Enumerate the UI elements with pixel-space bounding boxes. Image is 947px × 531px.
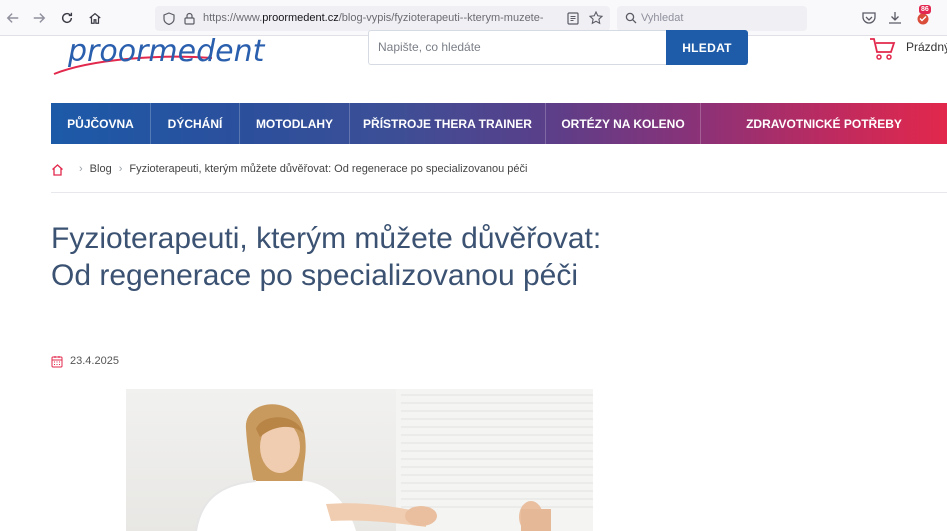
calendar-icon <box>51 355 63 367</box>
article-date-row: 23.4.2025 <box>51 353 119 369</box>
logo-wordmark: proormedent <box>68 34 265 69</box>
reader-view-icon[interactable] <box>567 12 579 25</box>
browser-search-bar[interactable]: Vyhledat <box>617 6 807 31</box>
url-text: https://www.proormedent.cz/blog-vypis/fy… <box>203 12 543 24</box>
menu-item-motodlahy[interactable]: MOTODLAHY <box>240 103 350 144</box>
breadcrumb-blog[interactable]: Blog <box>90 163 112 175</box>
cart-label[interactable]: Prázdný <box>906 40 947 54</box>
lock-icon[interactable] <box>184 12 195 25</box>
breadcrumb-chevron-icon: › <box>79 163 83 175</box>
address-bar[interactable]: https://www.proormedent.cz/blog-vypis/fy… <box>155 6 610 31</box>
home-icon[interactable] <box>86 9 104 27</box>
breadcrumb-home-icon[interactable] <box>51 163 64 176</box>
shield-icon[interactable] <box>163 12 175 25</box>
site-search-field[interactable] <box>368 30 666 65</box>
menu-item-dychani[interactable]: DÝCHÁNÍ <box>151 103 240 144</box>
article-title: Fyzioterapeuti, kterým můžete důvěřovat:… <box>51 222 602 292</box>
site-search-input[interactable] <box>378 40 648 54</box>
breadcrumb-chevron-icon: › <box>118 163 123 175</box>
forward-icon[interactable] <box>30 9 48 27</box>
breadcrumb: › Blog › Fyzioterapeuti, kterým můžete d… <box>51 160 527 178</box>
cart-icon[interactable] <box>869 36 897 62</box>
bookmark-star-icon[interactable] <box>589 11 603 25</box>
breadcrumb-current: Fyzioterapeuti, kterým můžete důvěřovat:… <box>129 163 528 175</box>
menu-item-thera-trainer[interactable]: PŘÍSTROJE THERA TRAINER <box>350 103 546 144</box>
download-icon[interactable] <box>887 10 903 26</box>
menu-item-ortezy[interactable]: ORTÉZY NA KOLENO <box>546 103 701 144</box>
browser-search-placeholder: Vyhledat <box>641 12 684 24</box>
site-search-button[interactable]: HLEDAT <box>666 30 748 65</box>
extension-badge: 86 <box>919 5 931 14</box>
category-menu: PŮJČOVNA DÝCHÁNÍ MOTODLAHY PŘÍSTROJE THE… <box>51 103 947 144</box>
divider <box>51 192 947 193</box>
hero-photo-illustration <box>195 389 593 531</box>
article-date: 23.4.2025 <box>70 355 119 367</box>
menu-item-pujcovna[interactable]: PŮJČOVNA <box>51 103 151 144</box>
pocket-icon[interactable] <box>861 10 877 26</box>
search-icon <box>625 12 637 24</box>
back-icon[interactable] <box>4 9 22 27</box>
reload-icon[interactable] <box>58 9 76 27</box>
site-logo[interactable]: proormedent <box>52 34 282 80</box>
menu-item-zdravotnicke-potreby[interactable]: ZDRAVOTNICKÉ POTŘEBY <box>701 103 947 144</box>
article-hero-image <box>126 389 593 531</box>
